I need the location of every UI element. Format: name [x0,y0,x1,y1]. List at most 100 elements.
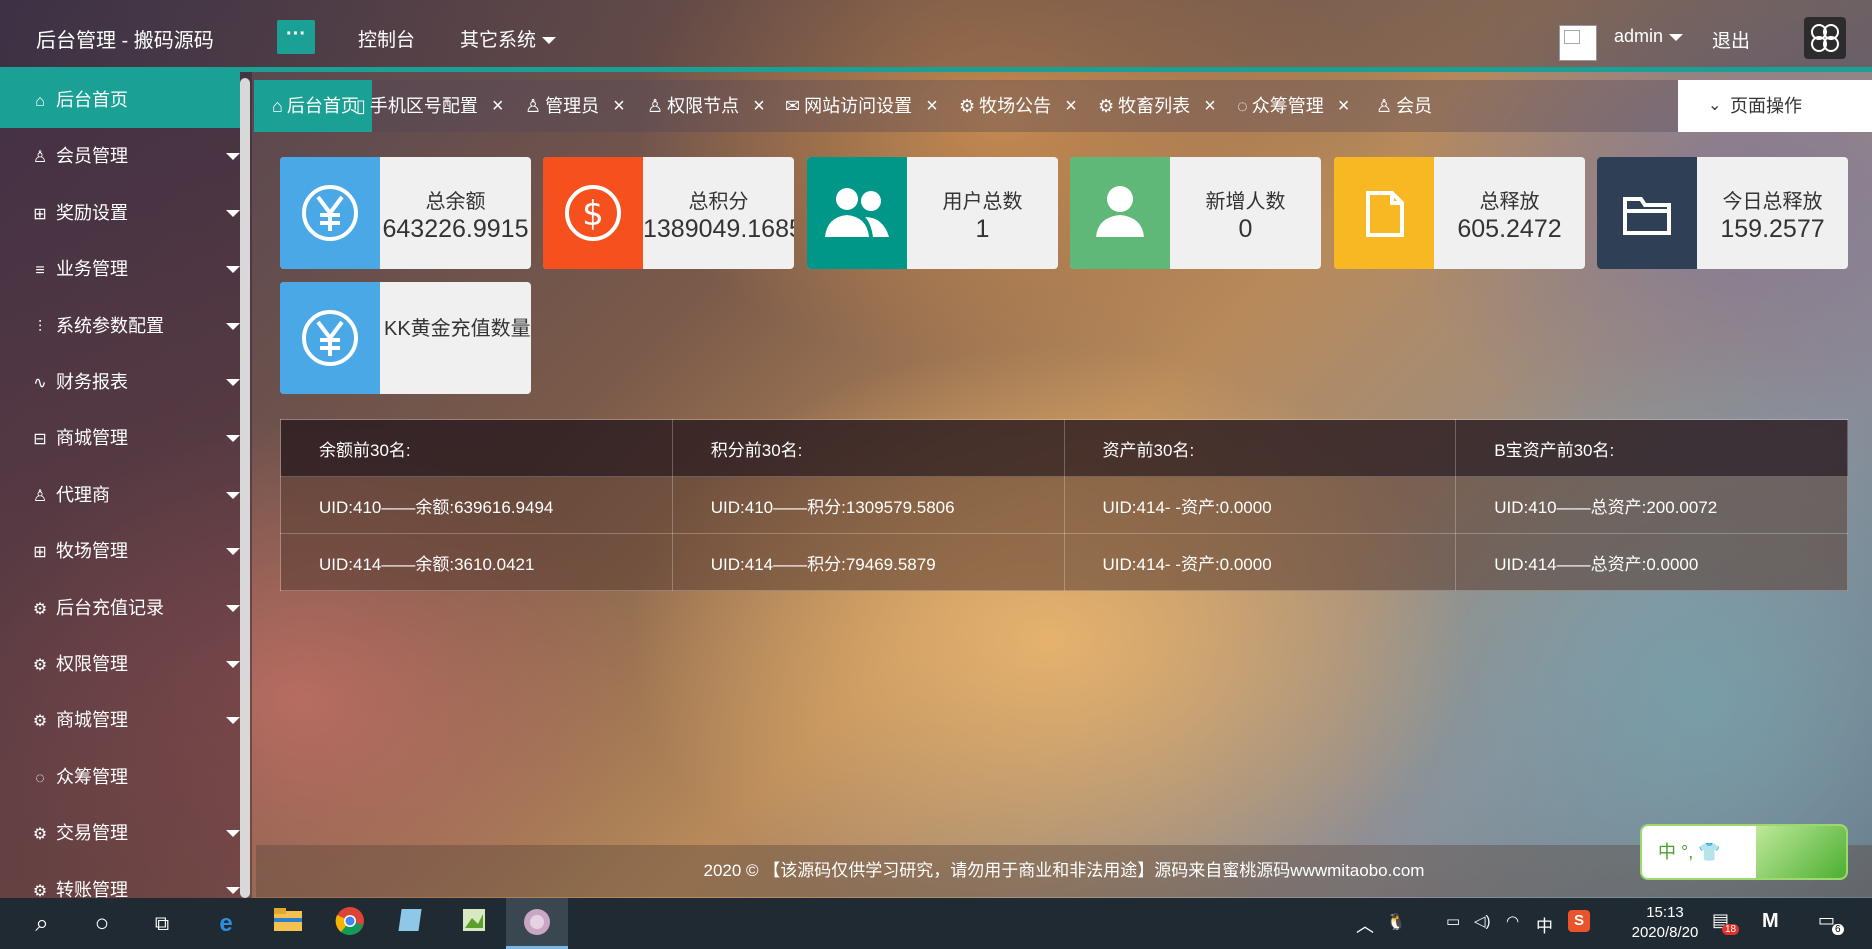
sidebar-item-9[interactable]: ⊞ 牧场管理 [0,523,240,579]
close-icon[interactable]: × [1338,95,1350,117]
sidebar-item-1[interactable]: ⌂ 后台首页 [0,72,240,128]
sidebar-item-label: 会员管理 [56,146,128,167]
avatar[interactable] [1559,25,1597,61]
tab-label: 权限节点 [667,96,740,116]
cortana-icon[interactable]: ○ [84,906,120,942]
dollar-icon: $ [543,157,643,269]
caret-down-icon [226,209,240,217]
agent-icon: ♙ [32,487,48,505]
top-header: 后台管理 - 搬码源码 ··· 控制台 其它系统 admin 退出 [0,0,1872,72]
sidebar-item-5[interactable]: ⫶ 系统参数配置 [0,298,240,354]
nav-console[interactable]: 控制台 [358,25,415,52]
close-icon[interactable]: × [492,95,504,117]
sidebar-item-label: 奖励设置 [56,202,128,223]
tab-5[interactable]: ✉ 网站访问设置 × [767,80,938,132]
tab-3[interactable]: ♙ 管理员 × [507,80,625,132]
battery-icon[interactable]: ▭ [1446,912,1460,930]
clock-date[interactable]: 2020/8/20 [1610,924,1720,941]
sidebar-item-label: 转账管理 [56,879,128,900]
search-icon[interactable]: ⌕ [24,906,60,942]
close-icon[interactable]: × [1204,95,1216,117]
ime-toolbar-label: 中 °, 👕 [1658,842,1721,862]
caret-down-icon [226,435,240,443]
stat-card: 用户总数 1 [807,157,1058,269]
sidebar-item-13[interactable]: ◌ 众筹管理 [0,749,240,805]
chevron-up-icon[interactable]: ︿ [1356,912,1374,938]
tab-label: 牧场公告 [979,96,1052,116]
table-row: UID:410——余额:639616.9494 UID:410——积分:1309… [280,476,1848,534]
tab-7[interactable]: ⚙ 牧畜列表 × [1080,80,1216,132]
tab-6[interactable]: ⚙ 牧场公告 × [941,80,1077,132]
close-icon[interactable]: × [926,95,938,117]
tab-8[interactable]: ◌ 众筹管理 × [1219,80,1349,132]
sidebar-item-label: 牧场管理 [56,541,128,562]
qq-icon[interactable]: 🐧 [1386,912,1406,932]
caret-down-icon [226,661,240,668]
sidebar: ⌂ 后台首页 ♙ 会员管理 ⊞ 奖励设置 ≡ 业务管理 ⫶ 系统参数配置 ∿ 财务报表 ⊟ 商城管理 ♙ 代理… [0,72,252,900]
phone-icon: ▯ [356,96,366,116]
taskbar-active-app[interactable] [506,898,568,949]
stat-card-value: 0 [1238,215,1253,243]
table-cell: UID:414- -资产:0.0000 [1063,533,1457,591]
sidebar-item-4[interactable]: ≡ 业务管理 [0,241,240,297]
chevron-down-icon [542,37,557,45]
caret-down-icon [226,153,240,161]
col-header-points: 积分前30名: [671,419,1065,477]
col-header-balance: 余额前30名: [280,419,673,477]
nav-other-systems[interactable]: 其它系统 [460,25,557,52]
caret-down-icon [226,886,240,894]
gear-icon: ⚙ [32,713,48,731]
tab-label: 管理员 [545,96,600,116]
sidebar-item-7[interactable]: ⊟ 商城管理 [0,410,240,466]
gear-icon: ⚙ [32,826,48,844]
gear-icon: ⚙ [959,96,976,116]
logout-link[interactable]: 退出 [1712,26,1750,53]
sidebar-item-10[interactable]: ⚙ 后台充值记录 [0,580,240,636]
gear-icon: ⚙ [32,600,48,618]
file-explorer-icon[interactable] [270,906,306,942]
sidebar-item-6[interactable]: ∿ 财务报表 [0,354,240,410]
sidebar-item-11[interactable]: ⚙ 权限管理 [0,636,240,692]
sidebar-scrollbar[interactable] [240,78,250,898]
sidebar-item-3[interactable]: ⊞ 奖励设置 [0,185,240,241]
table-cell: UID:410——积分:1309579.5806 [671,476,1065,534]
gift-icon: ⊞ [33,205,47,223]
sidebar-item-14[interactable]: ⚙ 交易管理 [0,805,240,861]
task-view-icon[interactable]: ⧉ [144,906,180,942]
close-icon[interactable]: × [1065,95,1077,117]
stat-card-label: 总积分 [688,191,749,213]
sidebar-item-8[interactable]: ♙ 代理商 [0,467,240,523]
notepad-icon[interactable] [394,906,430,942]
ime-toolbar[interactable]: 中 °, 👕 [1640,824,1848,880]
menu-toggle-button[interactable]: ··· [277,20,315,54]
gift-icon: ⊞ [33,544,47,562]
sogou-icon[interactable]: S [1568,910,1590,932]
tab-4[interactable]: ♙ 权限节点 × [629,80,765,132]
tab-9[interactable]: ♙ 会员 [1358,80,1432,132]
edge-icon[interactable]: e [208,906,244,942]
sidebar-item-2[interactable]: ♙ 会员管理 [0,128,240,184]
chrome-icon[interactable] [332,906,368,942]
table-cell: UID:414——积分:79469.5879 [671,533,1065,591]
close-icon[interactable]: × [753,95,765,117]
volume-icon[interactable]: ◁) [1474,912,1491,930]
chevron-down-icon [1669,33,1684,41]
m-app-icon[interactable]: M [1762,910,1779,933]
gear-icon: ⚙ [32,657,48,674]
tab-2[interactable]: ▯ 手机区号配置 × [338,80,504,132]
ime-language-indicator[interactable]: 中 [1536,912,1553,937]
stat-card: 新增人数 0 [1070,157,1321,269]
mail-badge: 18 [1722,924,1740,935]
image-editor-icon[interactable] [456,906,492,942]
tab-label: 众筹管理 [1251,96,1324,116]
page-operations-button[interactable]: ⌄ 页面操作 [1678,80,1872,132]
caret-down-icon [226,491,240,499]
pinwheel-icon[interactable] [1804,17,1846,59]
clock-time[interactable]: 15:13 [1620,904,1710,921]
wifi-icon[interactable]: ◠ [1506,912,1519,930]
user-menu[interactable]: admin [1614,26,1684,47]
col-header-bbao-assets: B宝资产前30名: [1455,419,1848,477]
table-cell: UID:414——总资产:0.0000 [1455,533,1848,591]
close-icon[interactable]: × [613,95,625,117]
sidebar-item-12[interactable]: ⚙ 商城管理 [0,692,240,748]
